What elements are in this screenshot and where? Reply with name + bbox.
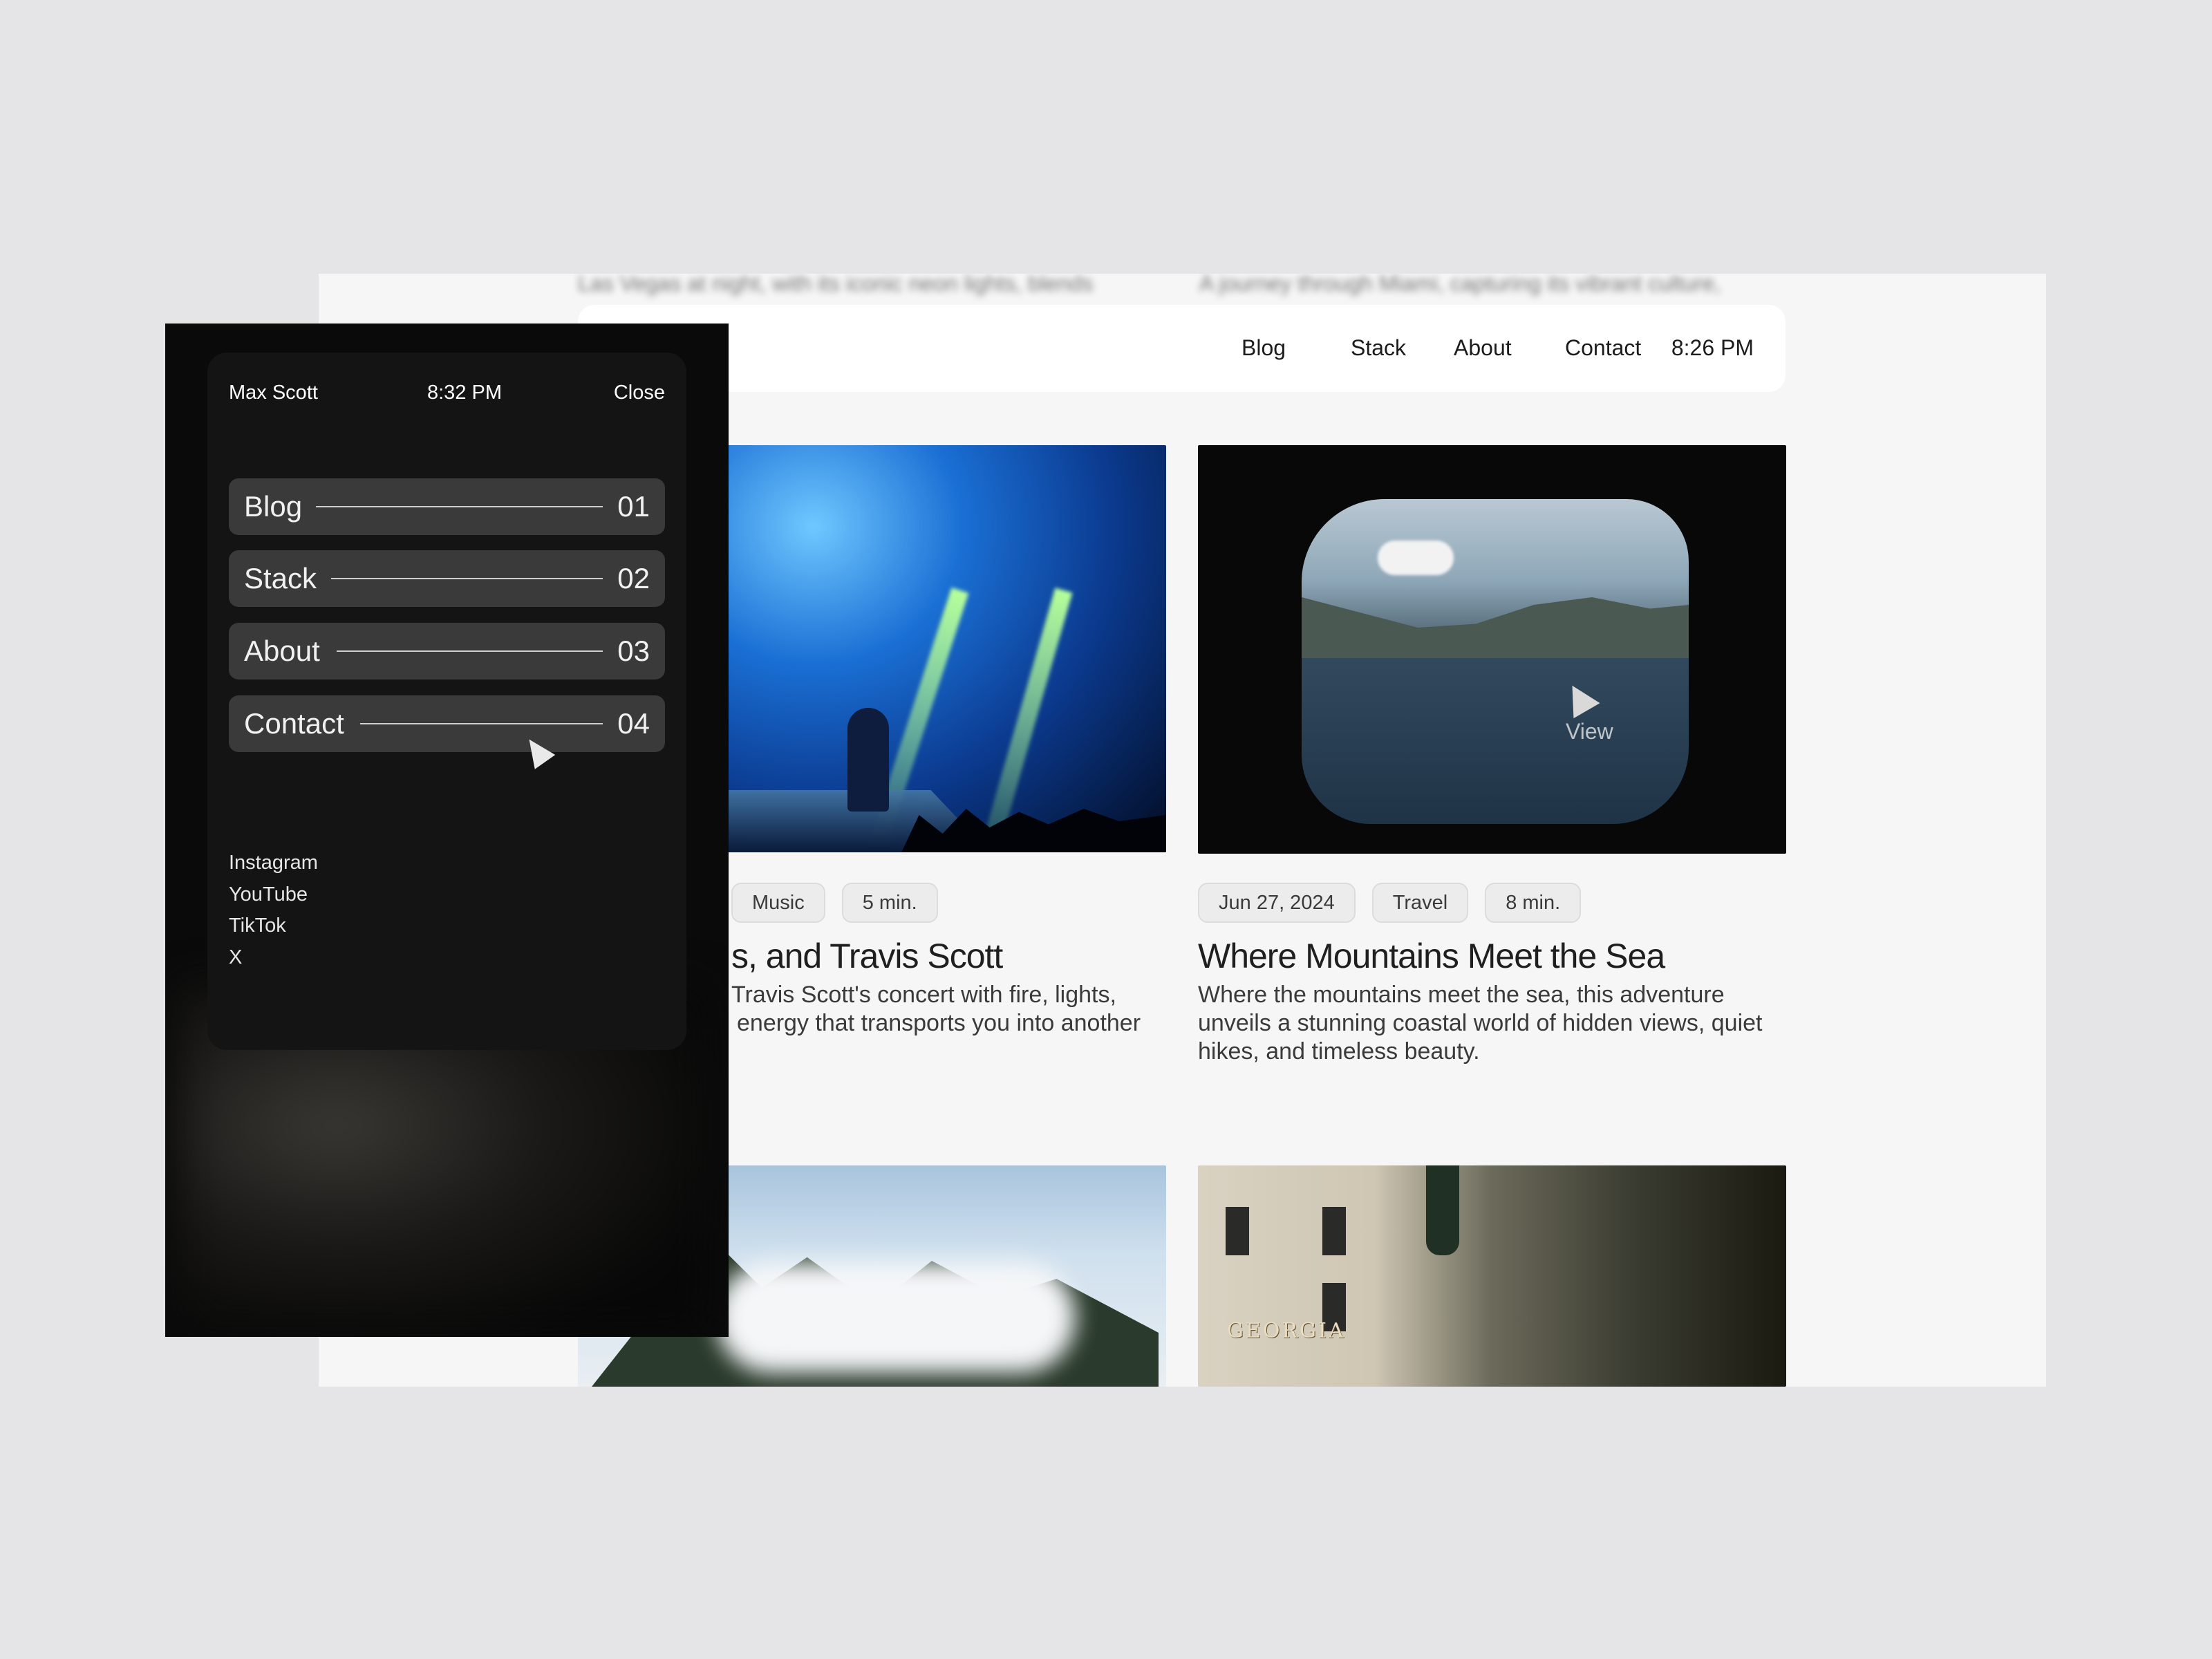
post-card-city[interactable]: GEORGIA: [1198, 1165, 1786, 1387]
mobile-menu-screen: Max Scott 8:32 PM Close Blog 01 Stack 02…: [165, 324, 729, 1337]
post-image-coast[interactable]: View: [1198, 445, 1786, 854]
blurred-excerpt-left: Las Vegas at night, with its iconic neon…: [578, 274, 1094, 296]
site-owner-name[interactable]: Max Scott: [229, 382, 318, 404]
post-title[interactable]: s, and Travis Scott: [731, 936, 1003, 976]
tag-category[interactable]: Travel: [1371, 883, 1469, 923]
nav-link-about[interactable]: About: [1454, 335, 1512, 361]
menu-panel: Max Scott 8:32 PM Close Blog 01 Stack 02…: [207, 353, 686, 1050]
post-tags: Music 5 min.: [731, 883, 938, 923]
blurred-excerpt-right: A journey through Miami, capturing its v…: [1199, 274, 1721, 296]
nav-link-contact[interactable]: Contact: [1565, 335, 1641, 361]
top-navbar: Blog Stack About Contact 8:26 PM: [578, 305, 1785, 392]
tag-category[interactable]: Music: [731, 883, 825, 923]
tag-date: Jun 27, 2024: [1198, 883, 1356, 923]
post-description: Where the mountains meet the sea, this a…: [1198, 982, 1763, 1065]
city-sign: GEORGIA: [1227, 1319, 1346, 1343]
post-title[interactable]: Where Mountains Meet the Sea: [1198, 936, 1665, 976]
tag-read-time: 8 min.: [1485, 883, 1582, 923]
menu-item-blog[interactable]: Blog 01: [229, 478, 665, 535]
social-link-x[interactable]: X: [229, 946, 242, 969]
post-card-mountains-sea[interactable]: View Jun 27, 2024 Travel 8 min. Where Mo…: [1198, 445, 1786, 1102]
menu-item-contact[interactable]: Contact 04: [229, 695, 665, 752]
view-hover-label: View: [1566, 719, 1613, 744]
menu-item-stack[interactable]: Stack 02: [229, 550, 665, 607]
nav-link-stack[interactable]: Stack: [1351, 335, 1406, 361]
social-link-instagram[interactable]: Instagram: [229, 852, 318, 874]
nav-link-blog[interactable]: Blog: [1241, 335, 1286, 361]
post-description: Travis Scott's concert with fire, lights…: [731, 982, 1141, 1036]
post-tags: Jun 27, 2024 Travel 8 min.: [1198, 883, 1582, 923]
mobile-clock: 8:32 PM: [427, 382, 502, 404]
close-button[interactable]: Close: [614, 382, 665, 404]
social-link-tiktok[interactable]: TikTok: [229, 915, 286, 937]
post-image-city[interactable]: GEORGIA: [1198, 1165, 1786, 1387]
menu-item-about[interactable]: About 03: [229, 623, 665, 679]
nav-clock: 8:26 PM: [1671, 335, 1754, 360]
tag-read-time: 5 min.: [841, 883, 938, 923]
social-link-youtube[interactable]: YouTube: [229, 883, 308, 906]
